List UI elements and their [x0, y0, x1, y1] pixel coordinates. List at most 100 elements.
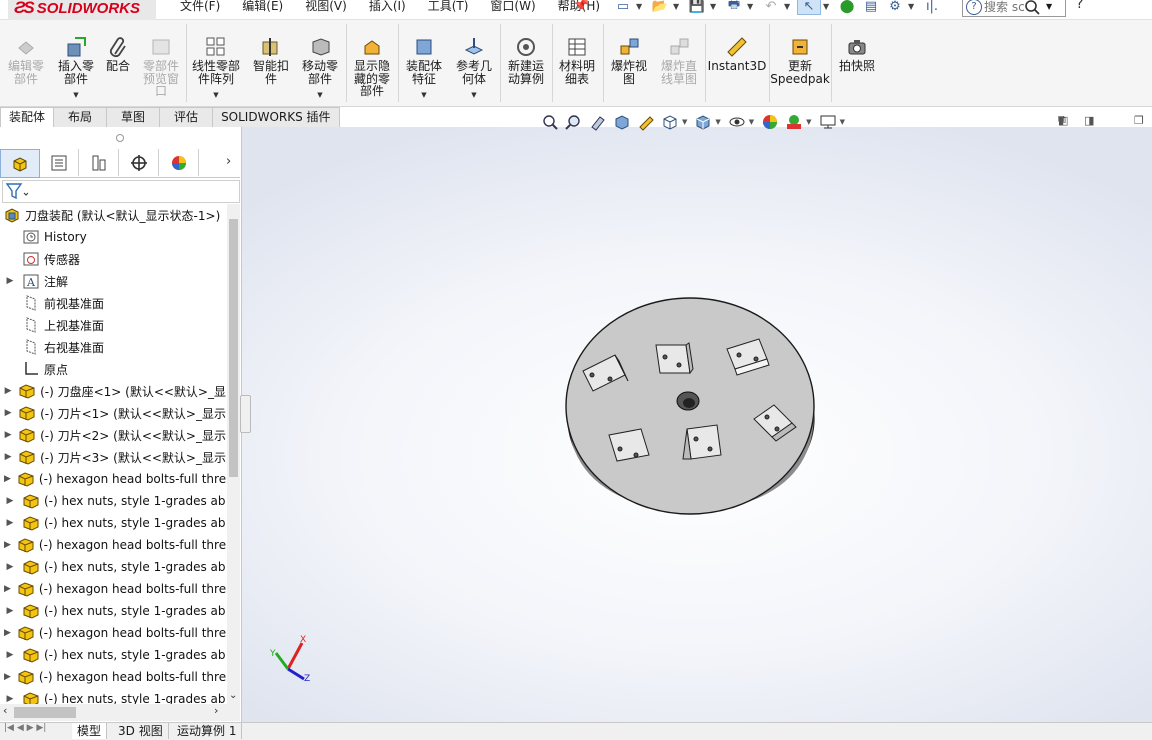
tab-assembly[interactable]: 装配体 — [0, 107, 55, 127]
tab-solidworks-addins[interactable]: SOLIDWORKS 插件 — [212, 107, 340, 127]
smart-fasteners-button[interactable]: 智能扣 件 — [248, 20, 294, 104]
expand-arrow-icon[interactable]: ▶ — [4, 408, 12, 418]
expand-arrow-icon[interactable]: ▶ — [4, 606, 16, 616]
tab-layout[interactable]: 布局 — [53, 107, 108, 127]
scene-dropdown-icon[interactable]: ▼ — [806, 118, 811, 126]
tree-item-component[interactable]: ▶ (-) hex nuts, style 1-grades ab — [0, 688, 226, 704]
expand-arrow-icon[interactable]: ▶ — [4, 276, 16, 286]
mate-button[interactable]: 配合 — [100, 20, 136, 104]
tree-item-origin[interactable]: 原点 — [0, 358, 226, 380]
tree-item-component[interactable]: ▶ (-) 刀盘座<1> (默认<<默认>_显 — [0, 380, 226, 402]
search-icon[interactable] — [1024, 0, 1042, 15]
explode-line-sketch-button[interactable]: 爆炸直 线草图 — [655, 20, 703, 104]
tree-item-component[interactable]: ▶ (-) hexagon head bolts-full thre — [0, 534, 226, 556]
panel-tabs-next-icon[interactable]: › — [226, 154, 231, 169]
menu-view[interactable]: 视图(V) — [305, 0, 347, 14]
search-dropdown-icon[interactable]: ▼ — [1046, 2, 1052, 11]
scroll-left-arrow-icon[interactable]: ‹ — [3, 704, 7, 717]
window-tile-left-icon[interactable]: ◧ — [1058, 114, 1068, 127]
display-style-icon[interactable] — [691, 112, 715, 132]
tree-item-component[interactable]: ▶ (-) hexagon head bolts-full thre — [0, 468, 226, 490]
tree-item-component[interactable]: ▶ (-) 刀片<2> (默认<<默认>_显示 — [0, 424, 226, 446]
hide-show-dropdown-icon[interactable]: ▼ — [749, 118, 754, 126]
menu-insert[interactable]: 插入(I) — [369, 0, 406, 14]
move-component-dropdown-icon[interactable]: ▼ — [317, 91, 322, 99]
new-document-icon[interactable]: ▭ — [612, 0, 634, 14]
print-icon[interactable]: 🖶 — [723, 0, 745, 14]
bill-of-materials-button[interactable]: 材料明 细表 — [554, 20, 600, 104]
tree-item-right-plane[interactable]: 右视基准面 — [0, 336, 226, 358]
menu-edit[interactable]: 编辑(E) — [242, 0, 283, 14]
new-motion-study-button[interactable]: 新建运 动算例 — [502, 20, 550, 104]
expand-arrow-icon[interactable]: ▶ — [4, 540, 11, 550]
linear-pattern-button[interactable]: 线性零部 件阵列 ▼ — [188, 20, 244, 104]
open-dropdown-icon[interactable]: ▼ — [673, 2, 681, 11]
view-orientation-icon[interactable] — [658, 112, 682, 132]
cutter-disc-model[interactable] — [242, 127, 1152, 723]
expand-arrow-icon[interactable]: ▶ — [4, 452, 12, 462]
menu-file[interactable]: 文件(F) — [180, 0, 220, 14]
tab-dimxpert-manager[interactable] — [120, 149, 159, 176]
apply-scene-icon[interactable] — [782, 112, 806, 132]
tab-3d-views[interactable]: 3D 视图 — [113, 723, 169, 739]
new-dropdown-icon[interactable]: ▼ — [636, 2, 644, 11]
reference-geometry-button[interactable]: 参考几 何体 ▼ — [450, 20, 498, 104]
expand-arrow-icon[interactable]: ▶ — [4, 584, 11, 594]
rebuild-traffic-light-icon[interactable]: ⬤ — [836, 0, 858, 14]
tree-item-component[interactable]: ▶ (-) hex nuts, style 1-grades ab — [0, 512, 226, 534]
select-dropdown-icon[interactable]: ▼ — [823, 2, 831, 11]
tree-item-component[interactable]: ▶ (-) hexagon head bolts-full thre — [0, 666, 226, 688]
file-properties-icon[interactable]: ▤ — [860, 0, 882, 14]
instant3d-button[interactable]: Instant3D — [707, 20, 767, 104]
select-cursor-icon[interactable]: ↖ — [797, 0, 821, 15]
menu-window[interactable]: 窗口(W) — [490, 0, 535, 14]
save-icon[interactable]: 💾 — [686, 0, 708, 14]
tree-item-component[interactable]: ▶ (-) 刀片<1> (默认<<默认>_显示 — [0, 402, 226, 424]
tree-item-component[interactable]: ▶ (-) hexagon head bolts-full thre — [0, 578, 226, 600]
display-style-dropdown-icon[interactable]: ▼ — [715, 118, 720, 126]
tab-property-manager[interactable] — [40, 149, 79, 176]
expand-arrow-icon[interactable]: ▶ — [4, 474, 11, 484]
tab-feature-manager[interactable] — [0, 149, 40, 178]
assembly-features-dropdown-icon[interactable]: ▼ — [421, 91, 426, 99]
update-speedpak-button[interactable]: 更新 Speedpak — [770, 20, 830, 104]
panel-collapse-handle[interactable] — [116, 134, 124, 142]
expand-arrow-icon[interactable]: ▶ — [4, 496, 16, 506]
tab-display-manager[interactable] — [160, 149, 199, 176]
tree-item-component[interactable]: ▶ (-) hex nuts, style 1-grades ab — [0, 490, 226, 512]
expand-arrow-icon[interactable]: ▶ — [4, 430, 12, 440]
help-menu-icon[interactable]: ? — [1076, 0, 1083, 12]
tree-filter[interactable] — [2, 180, 240, 203]
filter-funnel-icon[interactable] — [4, 181, 30, 201]
tab-sketch[interactable]: 草图 — [106, 107, 161, 127]
tree-item-sensors[interactable]: 传感器 — [0, 248, 226, 270]
options-dropdown-icon[interactable]: ▼ — [908, 2, 916, 11]
tree-item-history[interactable]: History — [0, 226, 226, 248]
tab-model[interactable]: 模型 — [72, 723, 108, 739]
take-snapshot-button[interactable]: 拍快照 — [833, 20, 881, 104]
hide-show-items-icon[interactable] — [725, 112, 749, 132]
tree-root-assembly[interactable]: 刀盘装配 (默认<默认_显示状态-1>) — [0, 204, 226, 226]
tree-item-annotations[interactable]: ▶ A 注解 — [0, 270, 226, 292]
tree-item-top-plane[interactable]: 上视基准面 — [0, 314, 226, 336]
insert-component-dropdown-icon[interactable]: ▼ — [73, 91, 78, 99]
open-folder-icon[interactable]: 📂 — [649, 0, 671, 14]
tab-configuration-manager[interactable] — [80, 149, 119, 176]
tree-scroll-thumb[interactable] — [229, 219, 238, 477]
search-input[interactable] — [984, 0, 1024, 14]
menu-tools[interactable]: 工具(T) — [428, 0, 469, 14]
expand-arrow-icon[interactable]: ▶ — [4, 672, 11, 682]
undo-icon[interactable]: ↶ — [760, 0, 782, 14]
tab-evaluate[interactable]: 评估 — [159, 107, 214, 127]
tree-hscroll-thumb[interactable] — [14, 707, 76, 718]
insert-component-button[interactable]: 插入零 部件 ▼ — [52, 20, 100, 104]
expand-arrow-icon[interactable]: ▶ — [4, 694, 16, 704]
tab-motion-study-1[interactable]: 运动算例 1 — [172, 723, 243, 739]
reference-geometry-dropdown-icon[interactable]: ▼ — [471, 91, 476, 99]
tab-nav-first-icon[interactable]: |◀ ◀ ▶ ▶| — [4, 723, 46, 733]
overflow-icon[interactable]: ı|. — [921, 0, 943, 14]
expand-arrow-icon[interactable]: ▶ — [4, 386, 12, 396]
expand-arrow-icon[interactable]: ▶ — [4, 562, 16, 572]
component-preview-button[interactable]: 零部件 预览窗 口 — [138, 20, 184, 104]
section-view-icon[interactable] — [610, 112, 634, 132]
